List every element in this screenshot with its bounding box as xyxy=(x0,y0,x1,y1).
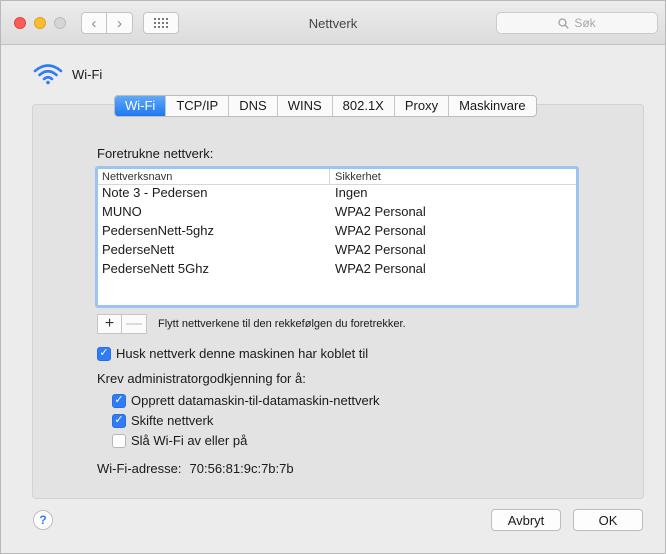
checkmark-icon: ✓ xyxy=(114,394,124,406)
interface-header: Wi-Fi xyxy=(33,63,102,85)
wifi-address-value: 70:56:81:9c:7b:7b xyxy=(189,461,294,476)
cancel-button[interactable]: Avbryt xyxy=(491,509,561,531)
wifi-address-label: Wi-Fi-adresse: xyxy=(97,461,182,476)
network-name: PederseNett 5Ghz xyxy=(102,261,209,276)
remember-networks-checkbox[interactable]: ✓ xyxy=(97,346,111,361)
wifi-address: Wi-Fi-adresse: 70:56:81:9c:7b:7b xyxy=(97,461,294,476)
preferred-networks-label: Foretrukne nettverk: xyxy=(97,146,214,161)
create-adhoc-label: Opprett datamaskin-til-datamaskin-nettve… xyxy=(131,393,380,408)
search-field[interactable]: Søk xyxy=(496,12,658,34)
network-security: Ingen xyxy=(335,185,368,200)
wifi-icon xyxy=(33,64,63,85)
title-bar: ‹ › Nettverk Søk xyxy=(1,1,665,45)
admin-approval-label: Krev administratorgodkjenning for å: xyxy=(97,371,306,386)
change-network-option[interactable]: ✓ Skifte nettverk xyxy=(112,413,213,428)
toggle-wifi-checkbox[interactable] xyxy=(112,433,126,448)
remember-networks-label: Husk nettverk denne maskinen har koblet … xyxy=(116,346,369,361)
create-adhoc-option[interactable]: ✓ Opprett datamaskin-til-datamaskin-nett… xyxy=(112,393,380,408)
checkmark-icon: ✓ xyxy=(114,414,124,426)
help-button[interactable]: ? xyxy=(33,510,53,530)
checkmark-icon: ✓ xyxy=(99,347,109,359)
list-header: Nettverksnavn Sikkerhet xyxy=(98,169,576,185)
change-network-label: Skifte nettverk xyxy=(131,413,214,428)
network-row[interactable]: MUNO WPA2 Personal xyxy=(98,204,576,223)
search-placeholder: Søk xyxy=(574,16,596,30)
tab-proxy[interactable]: Proxy xyxy=(393,96,448,116)
column-network-name[interactable]: Nettverksnavn xyxy=(98,169,330,184)
interface-name: Wi-Fi xyxy=(72,66,103,82)
network-security: WPA2 Personal xyxy=(335,242,426,257)
add-network-button[interactable]: + xyxy=(97,314,122,334)
preferred-networks-list[interactable]: Nettverksnavn Sikkerhet Note 3 - Pederse… xyxy=(95,166,579,308)
tab-wifi[interactable]: Wi-Fi xyxy=(115,96,166,116)
create-adhoc-checkbox[interactable]: ✓ xyxy=(112,393,126,408)
network-security: WPA2 Personal xyxy=(335,204,426,219)
tab-hardware[interactable]: Maskinvare xyxy=(448,96,535,116)
add-remove-control: + — xyxy=(97,314,147,334)
network-name: PederseNett xyxy=(102,242,175,257)
change-network-checkbox[interactable]: ✓ xyxy=(112,413,126,428)
remove-network-button[interactable]: — xyxy=(122,314,147,334)
tab-dns[interactable]: DNS xyxy=(228,96,276,116)
toggle-wifi-label: Slå Wi-Fi av eller på xyxy=(131,433,248,448)
network-name: Note 3 - Pedersen xyxy=(102,185,208,200)
tab-bar: Wi-Fi TCP/IP DNS WINS 802.1X Proxy Maski… xyxy=(114,95,537,117)
tab-8021x[interactable]: 802.1X xyxy=(331,96,394,116)
tab-tcpip[interactable]: TCP/IP xyxy=(165,96,228,116)
network-row[interactable]: Note 3 - Pedersen Ingen xyxy=(98,185,576,204)
network-security: WPA2 Personal xyxy=(335,261,426,276)
ok-button[interactable]: OK xyxy=(573,509,643,531)
remember-networks-option[interactable]: ✓ Husk nettverk denne maskinen har koble… xyxy=(97,346,368,361)
network-security: WPA2 Personal xyxy=(335,223,426,238)
network-window: ‹ › Nettverk Søk Wi-Fi Wi-Fi TCP/IP DNS … xyxy=(0,0,666,554)
tab-wins[interactable]: WINS xyxy=(276,96,332,116)
network-name: PedersenNett-5ghz xyxy=(102,223,215,238)
reorder-hint: Flytt nettverkene til den rekkefølgen du… xyxy=(158,318,406,330)
column-security[interactable]: Sikkerhet xyxy=(330,169,381,184)
network-row[interactable]: PederseNett WPA2 Personal xyxy=(98,242,576,261)
search-icon xyxy=(558,17,570,29)
network-row[interactable]: PederseNett 5Ghz WPA2 Personal xyxy=(98,261,576,280)
network-row[interactable]: PedersenNett-5ghz WPA2 Personal xyxy=(98,223,576,242)
network-name: MUNO xyxy=(102,204,142,219)
toggle-wifi-option[interactable]: Slå Wi-Fi av eller på xyxy=(112,433,247,448)
